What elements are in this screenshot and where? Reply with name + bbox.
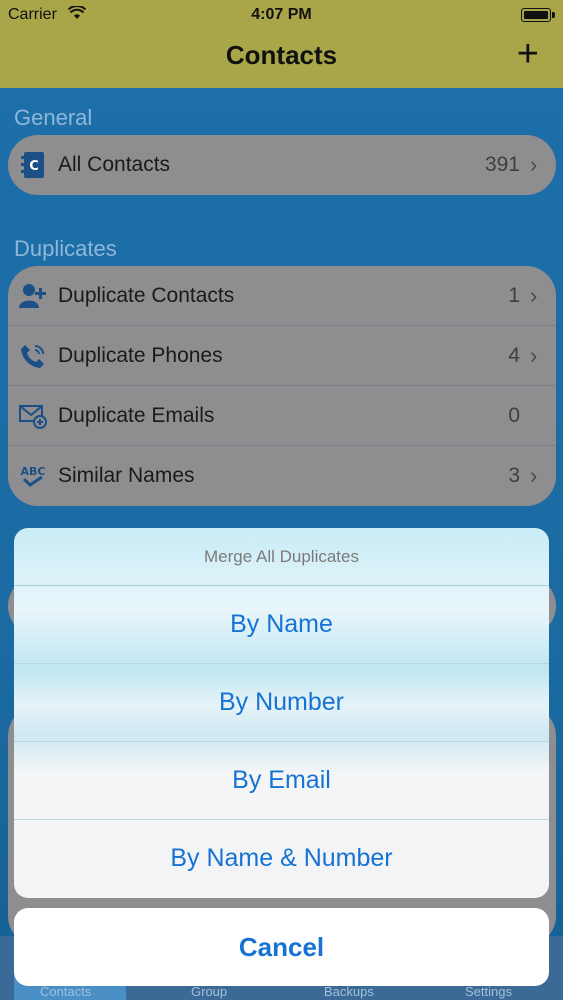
chevron-right-icon: ›	[530, 342, 538, 368]
row-count: 391	[484, 153, 520, 176]
row-duplicate-phones[interactable]: Duplicate Phones 4 ›	[8, 326, 556, 386]
row-label: Duplicate Phones	[58, 343, 223, 367]
chevron-right-icon: ›	[530, 152, 538, 177]
envelope-add-icon	[8, 386, 58, 446]
row-count: 4	[508, 343, 520, 367]
section-header-duplicates: Duplicates	[14, 236, 117, 261]
general-group: C All Contacts 391 ›	[8, 135, 556, 195]
action-sheet: Merge All Duplicates By Name By Number B…	[14, 528, 549, 898]
tab-contacts[interactable]: Contacts	[40, 984, 91, 999]
phone-icon	[8, 326, 58, 386]
row-count: 0	[508, 403, 520, 427]
row-label: Duplicate Contacts	[58, 283, 235, 307]
row-count: 1	[508, 283, 520, 307]
tab-group[interactable]: Group	[191, 984, 227, 999]
tab-settings[interactable]: Settings	[465, 984, 512, 999]
action-sheet-title: Merge All Duplicates	[14, 528, 549, 586]
row-duplicate-emails[interactable]: Duplicate Emails 0	[8, 386, 556, 446]
duplicates-group: Duplicate Contacts 1 › Duplicate Phones …	[8, 266, 556, 506]
row-label: All Contacts	[58, 153, 171, 176]
row-all-contacts[interactable]: C All Contacts 391 ›	[8, 135, 556, 195]
navigation-bar: Carrier 4:07 PM Contacts +	[0, 0, 563, 88]
by-email-button[interactable]: By Email	[14, 742, 549, 820]
svg-text:C: C	[29, 159, 39, 174]
page-title: Contacts	[225, 40, 338, 70]
chevron-right-icon: ›	[530, 463, 538, 488]
row-label: Duplicate Emails	[58, 403, 215, 427]
battery-icon	[521, 8, 555, 22]
svg-text:ABC: ABC	[21, 465, 46, 478]
row-similar-names[interactable]: ABC Similar Names 3 ›	[8, 446, 556, 506]
cancel-button[interactable]: Cancel	[14, 908, 549, 986]
abc-check-icon: ABC	[8, 446, 58, 506]
tab-backups[interactable]: Backups	[324, 984, 374, 999]
add-button[interactable]: +	[517, 34, 539, 74]
chevron-right-icon: ›	[530, 282, 538, 308]
status-bar: Carrier 4:07 PM	[0, 0, 563, 30]
by-name-and-number-button[interactable]: By Name & Number	[14, 820, 549, 896]
by-number-button[interactable]: By Number	[14, 664, 549, 742]
clock: 4:07 PM	[251, 6, 312, 23]
row-duplicate-contacts[interactable]: Duplicate Contacts 1 ›	[8, 266, 556, 326]
section-header-general: General	[14, 105, 93, 130]
add-person-icon	[8, 266, 58, 326]
row-count: 3	[508, 464, 520, 487]
address-book-icon: C	[8, 135, 58, 195]
by-name-button[interactable]: By Name	[14, 586, 549, 664]
row-label: Similar Names	[58, 464, 195, 487]
